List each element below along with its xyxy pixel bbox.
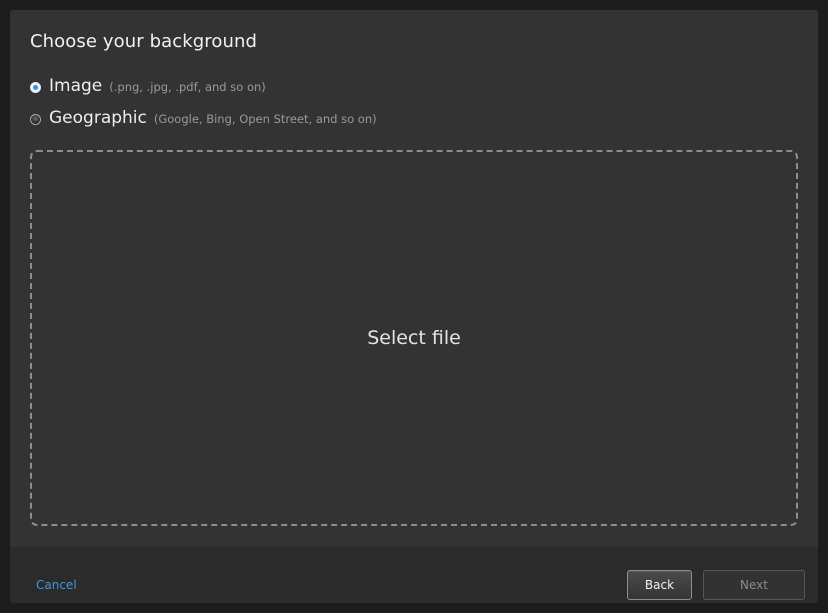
dialog-footer: Cancel Back Next <box>10 547 818 603</box>
geographic-option-label[interactable]: Geographic <box>49 108 147 128</box>
next-button[interactable]: Next <box>703 570 805 600</box>
back-button[interactable]: Back <box>627 570 692 600</box>
image-option-hint: (.png, .jpg, .pdf, and so on) <box>109 80 266 94</box>
file-dropzone[interactable]: Select file <box>30 150 798 526</box>
geographic-radio-button[interactable] <box>30 113 41 125</box>
option-geographic[interactable]: Geographic (Google, Bing, Open Street, a… <box>30 108 377 128</box>
background-dialog: Choose your background Image (.png, .jpg… <box>10 10 818 603</box>
select-file-label[interactable]: Select file <box>367 327 461 349</box>
image-radio-button[interactable] <box>30 81 41 93</box>
dialog-title: Choose your background <box>30 31 258 52</box>
option-image[interactable]: Image (.png, .jpg, .pdf, and so on) <box>30 76 266 96</box>
cancel-link[interactable]: Cancel <box>36 578 77 592</box>
image-option-label[interactable]: Image <box>49 76 102 96</box>
geographic-option-hint: (Google, Bing, Open Street, and so on) <box>153 112 377 126</box>
